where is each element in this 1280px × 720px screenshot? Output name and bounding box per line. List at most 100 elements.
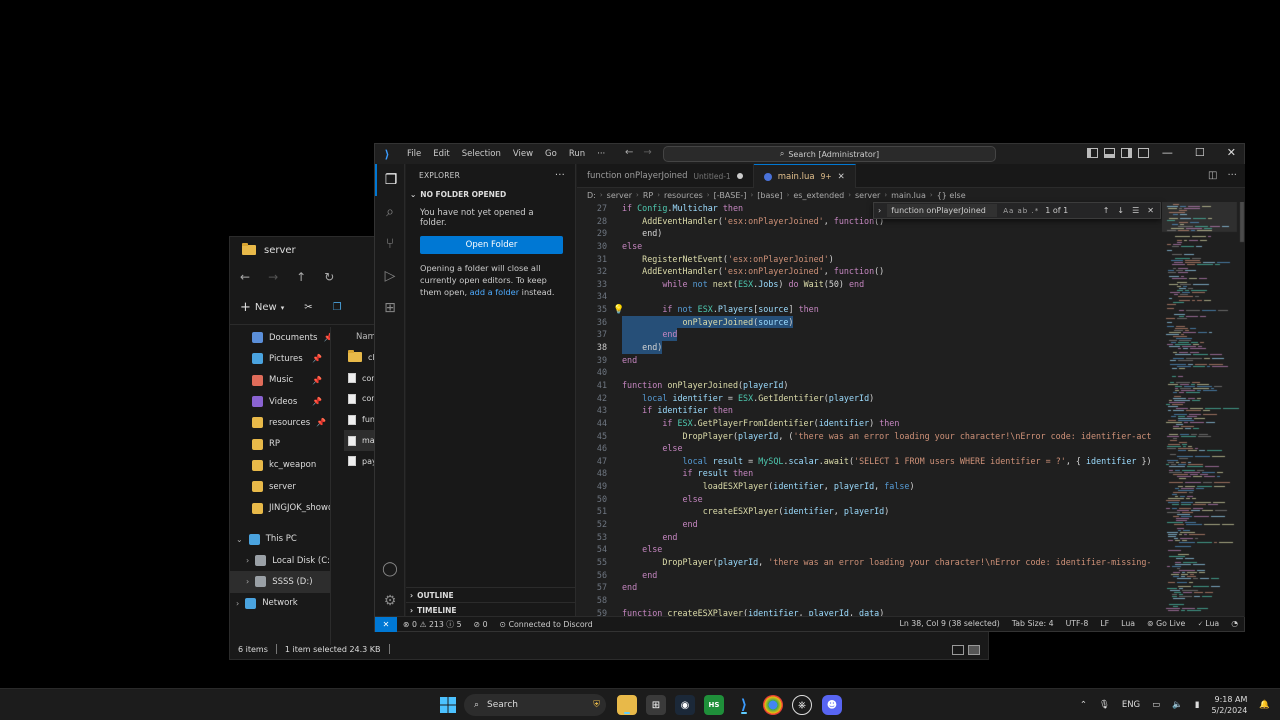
- split-editor-icon[interactable]: ◫: [1208, 170, 1217, 181]
- quick-access-item[interactable]: resources 📌: [230, 412, 330, 433]
- toggle-panel-icon[interactable]: [1104, 148, 1115, 158]
- forward-arrow-icon[interactable]: →: [268, 270, 278, 284]
- code-line[interactable]: 57 end: [577, 581, 1162, 594]
- nav-tree-item[interactable]: › Network: [230, 593, 330, 614]
- minimize-icon[interactable]: —: [1162, 146, 1173, 159]
- code-line[interactable]: 32 AddEventHandler('esx:onPlayerJoined',…: [577, 265, 1162, 278]
- go-live-button[interactable]: ⊚ Go Live: [1141, 619, 1191, 629]
- menu-item[interactable]: ···: [591, 149, 611, 159]
- end-of-line[interactable]: LF: [1094, 619, 1115, 629]
- lua-server-status[interactable]: 🗸 Lua: [1191, 619, 1225, 629]
- breadcrumb-item[interactable]: {} else: [937, 191, 966, 200]
- file-explorer-taskbar-icon[interactable]: [617, 695, 637, 715]
- discord-icon[interactable]: ☻: [822, 695, 842, 715]
- new-button[interactable]: + New ▾: [240, 300, 284, 315]
- outline-section[interactable]: › OUTLINE: [406, 587, 576, 602]
- code-line[interactable]: 29 end): [577, 227, 1162, 240]
- network-icon[interactable]: ▭: [1152, 700, 1160, 710]
- explorer-tab-title[interactable]: server: [264, 245, 296, 256]
- discord-status[interactable]: ⊙ Connected to Discord: [494, 620, 599, 629]
- language-mode[interactable]: Lua: [1115, 619, 1141, 629]
- microphone-icon[interactable]: 🎙: [1099, 700, 1110, 710]
- search-icon[interactable]: ⌕: [375, 196, 405, 228]
- back-arrow-icon[interactable]: ←: [240, 270, 250, 284]
- next-match-icon[interactable]: ↓: [1117, 206, 1124, 215]
- breadcrumb-item[interactable]: main.lua: [891, 191, 926, 200]
- no-folder-section[interactable]: ⌄ NO FOLDER OPENED: [406, 186, 575, 202]
- steam-icon[interactable]: ◉: [675, 695, 695, 715]
- menu-item[interactable]: View: [507, 149, 539, 159]
- github-icon[interactable]: ⎈: [792, 695, 812, 715]
- taskbar-search[interactable]: ⌕ Search ⛨: [464, 694, 606, 716]
- code-line[interactable]: 31 RegisterNetEvent('esx:onPlayerJoined'…: [577, 253, 1162, 266]
- nav-tree-item[interactable]: ⌄ This PC: [230, 529, 330, 550]
- code-line[interactable]: 50 else: [577, 493, 1162, 506]
- code-line[interactable]: 56 end: [577, 569, 1162, 582]
- code-line[interactable]: 45 DropPlayer(playerId, ('there was an e…: [577, 430, 1162, 443]
- code-line[interactable]: 42 local identifier = ESX.GetIdentifier(…: [577, 392, 1162, 405]
- quick-access-item[interactable]: JINGJOK_showd: [230, 497, 330, 518]
- chevron-right-icon[interactable]: ›: [236, 599, 239, 608]
- code-line[interactable]: 49 loadESXPlayer(identifier, playerId, f…: [577, 480, 1162, 493]
- encoding[interactable]: UTF-8: [1060, 619, 1095, 629]
- previous-match-icon[interactable]: ↑: [1103, 206, 1110, 215]
- code-line[interactable]: 54 else: [577, 543, 1162, 556]
- problems-indicator[interactable]: ⊗ 0 ⚠ 213 ⓘ 5: [397, 619, 468, 630]
- chevron-right-icon[interactable]: ›: [246, 556, 249, 565]
- code-line[interactable]: 37 end: [577, 328, 1162, 342]
- app-icon[interactable]: HS: [704, 695, 724, 715]
- toggle-replace-icon[interactable]: ›: [878, 206, 881, 215]
- code-line[interactable]: 35 💡 if not ESX.Players[source] then: [577, 303, 1162, 316]
- code-line[interactable]: 40: [577, 366, 1162, 379]
- code-line[interactable]: 43 if identifier then: [577, 404, 1162, 417]
- code-line[interactable]: 41 function onPlayerJoined(playerId): [577, 379, 1162, 392]
- timeline-section[interactable]: › TIMELINE: [406, 602, 576, 617]
- chevron-up-icon[interactable]: ⌃: [1080, 700, 1087, 710]
- close-icon[interactable]: ✕: [1227, 146, 1236, 159]
- code-line[interactable]: 36 onPlayerJoined(source): [577, 315, 1162, 329]
- extensions-icon[interactable]: ⊞: [375, 292, 405, 324]
- breadcrumb-item[interactable]: es_extended: [793, 191, 844, 200]
- cut-icon[interactable]: ✂: [304, 302, 312, 313]
- code-line[interactable]: 58: [577, 594, 1162, 607]
- quick-access-item[interactable]: Music 📌: [230, 370, 330, 391]
- cursor-position[interactable]: Ln 38, Col 9 (38 selected): [893, 619, 1005, 629]
- minimap[interactable]: [1162, 202, 1245, 617]
- toggle-secondary-sidebar-icon[interactable]: [1121, 148, 1132, 158]
- nav-tree-item[interactable]: › Local Disk (C:): [230, 550, 330, 571]
- breadcrumb-item[interactable]: [base]: [757, 191, 782, 200]
- account-icon[interactable]: ◯: [375, 553, 405, 585]
- unsaved-dot-icon[interactable]: [736, 173, 743, 179]
- menu-item[interactable]: Selection: [456, 149, 507, 159]
- store-icon[interactable]: ⊞: [646, 695, 666, 715]
- code-line[interactable]: 55 DropPlayer(playerId, 'there was an er…: [577, 556, 1162, 569]
- language-indicator[interactable]: ENG: [1122, 700, 1140, 710]
- chrome-icon[interactable]: [763, 695, 783, 715]
- details-view-icon[interactable]: [952, 645, 964, 655]
- code-line[interactable]: 30 else: [577, 240, 1162, 253]
- refresh-icon[interactable]: ↻: [324, 270, 334, 284]
- clock[interactable]: 9:18 AM 5/2/2024: [1211, 694, 1247, 716]
- code-line[interactable]: 47 local result = MySQL.scalar.await('SE…: [577, 455, 1162, 468]
- code-line[interactable]: 51 createESXPlayer(identifier, playerId): [577, 505, 1162, 518]
- command-center-search[interactable]: ⌕ Search [Administrator]: [663, 146, 996, 162]
- tab-untitled[interactable]: function onPlayerJoined Untitled-1: [577, 164, 754, 188]
- breadcrumb-item[interactable]: resources: [664, 191, 703, 200]
- breadcrumb-item[interactable]: [-BASE-]: [714, 191, 747, 200]
- source-control-icon[interactable]: ⑂: [375, 228, 405, 260]
- explorer-icon[interactable]: ❐: [375, 164, 405, 196]
- breadcrumb-item[interactable]: server: [855, 191, 880, 200]
- menu-item[interactable]: Edit: [427, 149, 455, 159]
- run-debug-icon[interactable]: ▷: [375, 260, 405, 292]
- quick-access-item[interactable]: server: [230, 476, 330, 497]
- windows-start-icon[interactable]: [438, 695, 458, 715]
- ports-indicator[interactable]: ⊘ 0: [468, 620, 494, 629]
- chevron-right-icon[interactable]: ⌄: [236, 535, 243, 544]
- find-input[interactable]: function onPlayerJoined: [887, 204, 998, 217]
- code-line[interactable]: 48 if result then: [577, 467, 1162, 480]
- quick-access-item[interactable]: Videos 📌: [230, 391, 330, 412]
- maximize-icon[interactable]: ☐: [1195, 146, 1205, 159]
- tiles-view-icon[interactable]: [968, 645, 980, 655]
- quick-access-item[interactable]: kc_weapon: [230, 455, 330, 476]
- back-arrow-icon[interactable]: ←: [625, 147, 633, 158]
